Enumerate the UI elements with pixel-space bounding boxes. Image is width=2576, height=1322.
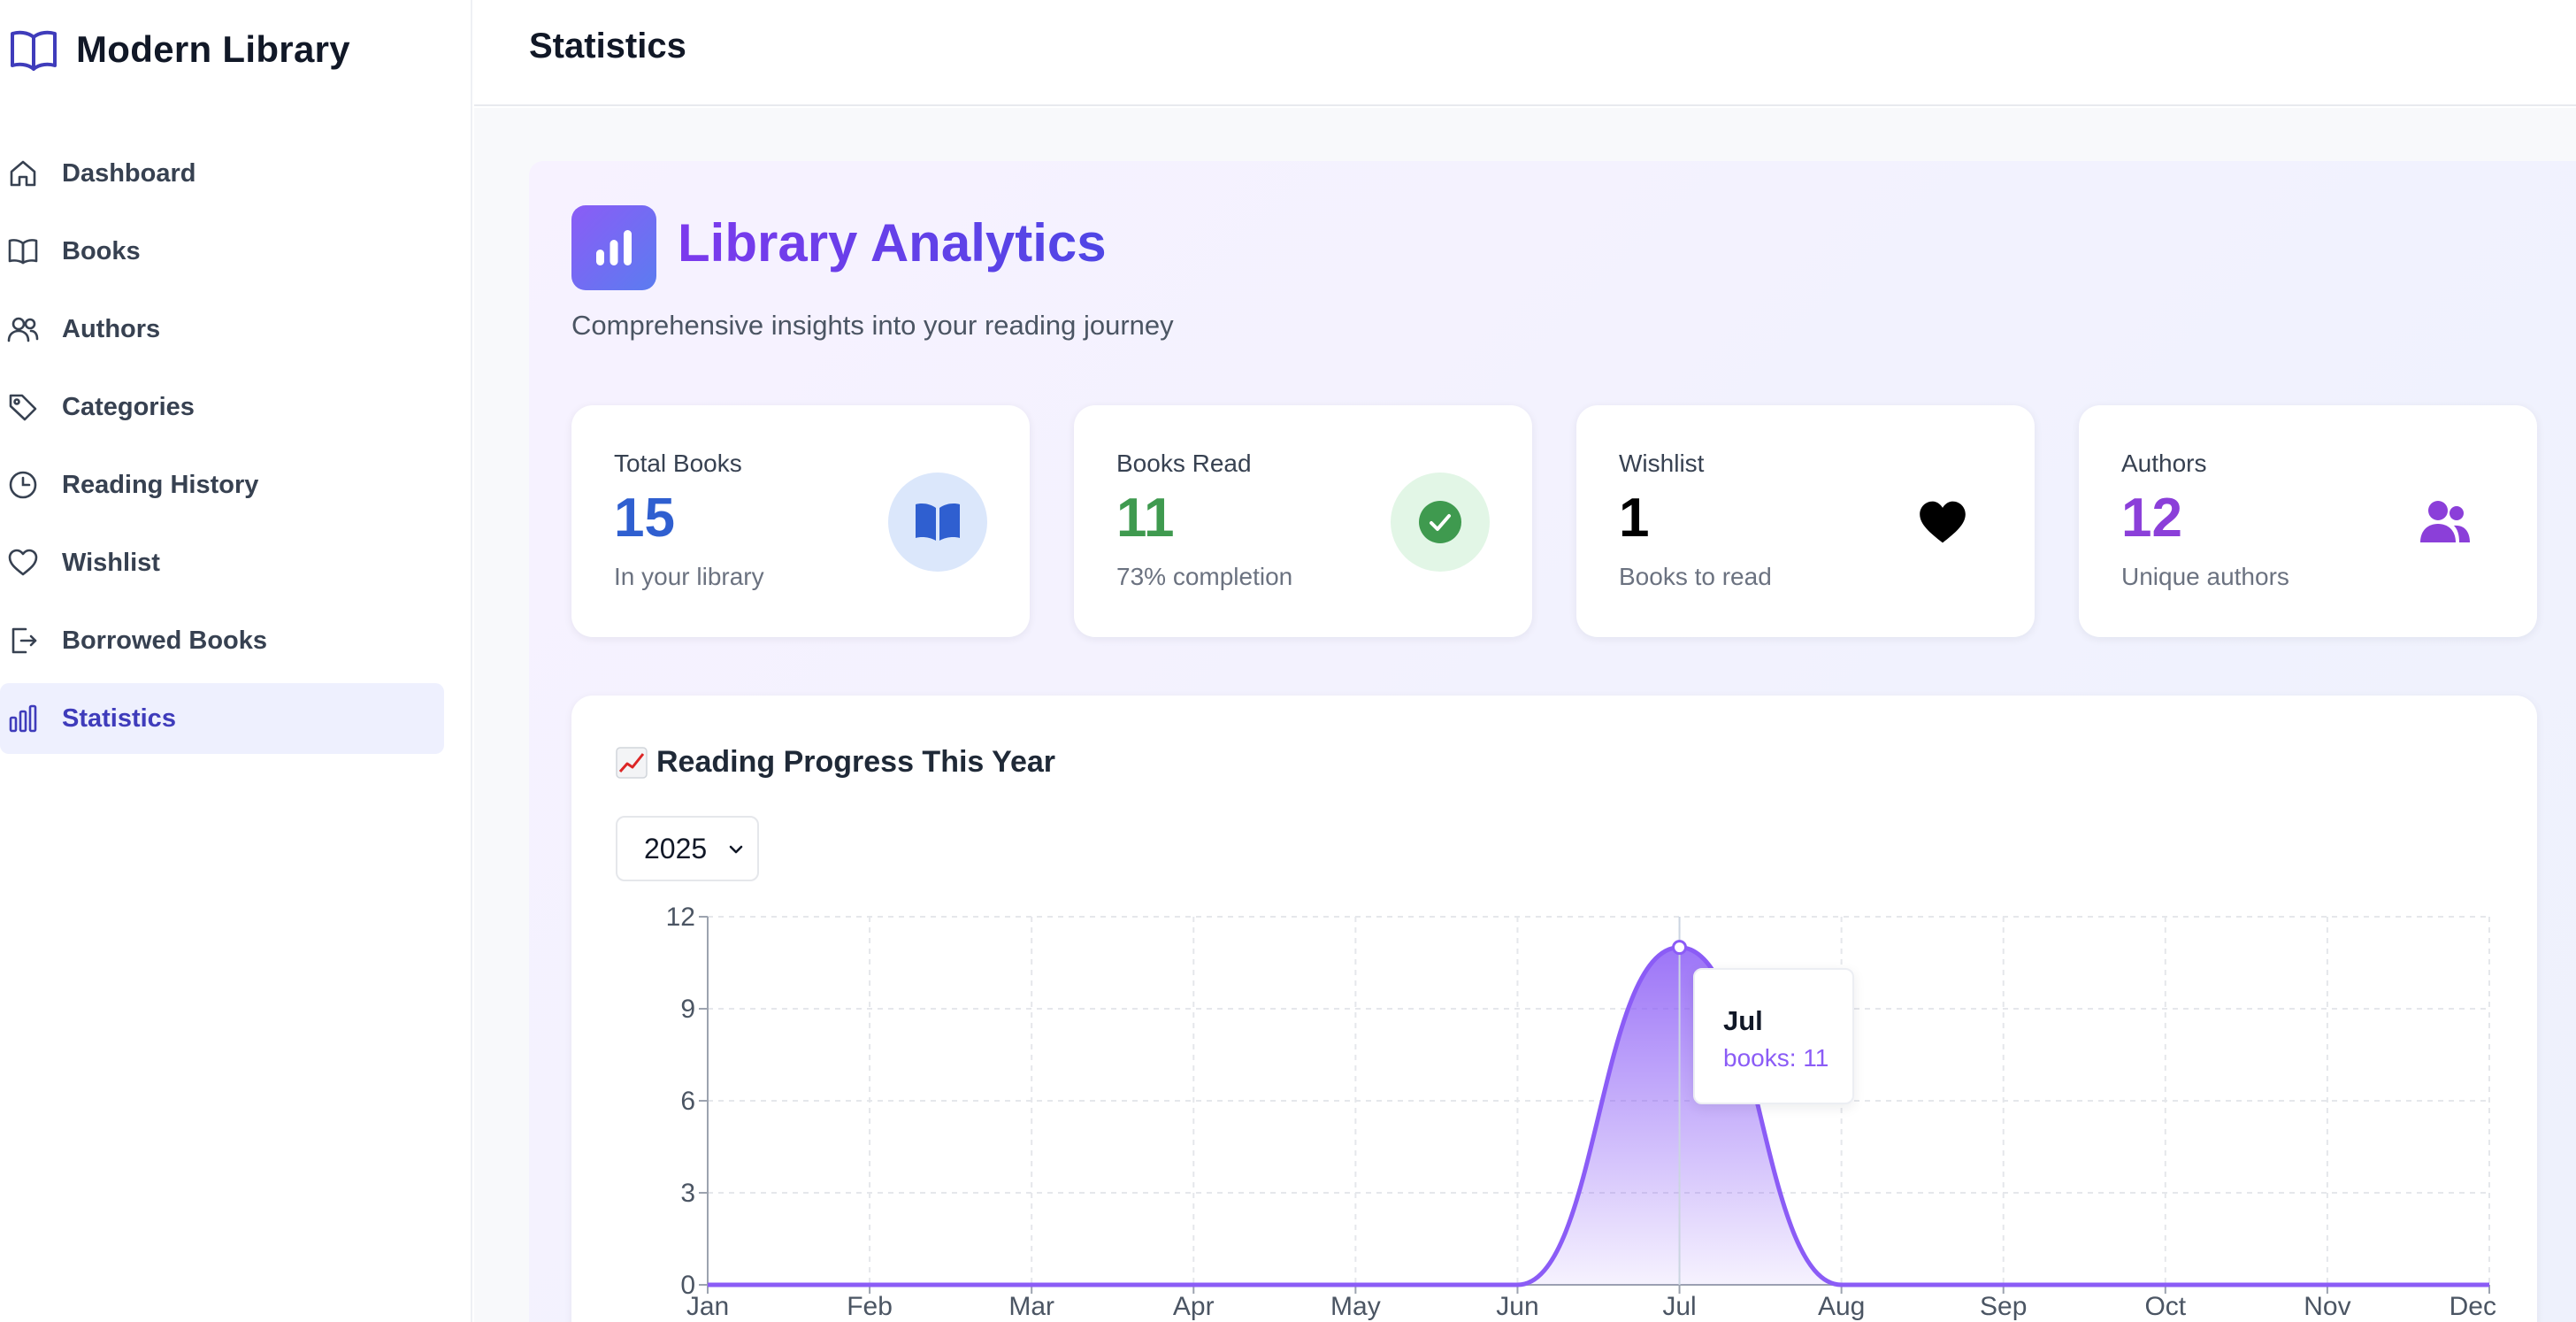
tooltip-month: Jul [1723,1005,1763,1036]
data-point-books [1672,940,1688,956]
x-tick-label: Sep [1980,1292,2027,1321]
y-tick-label: 3 [680,1179,695,1208]
tooltip-value: books: 11 [1723,1044,1829,1072]
x-tick-label: Jun [1496,1292,1538,1321]
x-tick-label: May [1330,1292,1381,1321]
x-tick-label: Jul [1662,1292,1696,1321]
x-tick-label: Feb [847,1292,893,1321]
x-tick-label: Aug [1818,1292,1865,1321]
y-tick-label: 12 [666,903,695,932]
x-tick-label: Jan [686,1292,729,1321]
x-tick-label: Nov [2304,1292,2350,1321]
x-tick-label: Apr [1173,1292,1215,1321]
x-tick-label: Oct [2144,1292,2186,1321]
chart-tooltip: Jul books: 11 [1693,968,1854,1104]
x-tick-label: Mar [1008,1292,1054,1321]
x-tick-label: Dec [2450,1292,2496,1321]
y-tick-label: 6 [680,1087,695,1116]
y-tick-label: 9 [680,995,695,1024]
reading-progress-chart: 036912Jan Feb Mar Apr May Jun Jul Aug Sep Oct Nov D… [666,903,2496,1321]
